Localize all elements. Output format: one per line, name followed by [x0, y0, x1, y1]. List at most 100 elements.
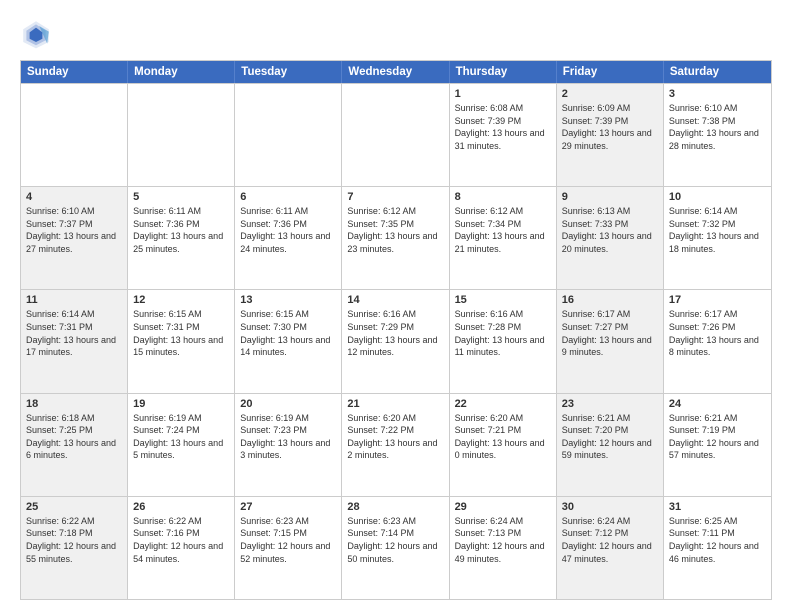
- day-number: 16: [562, 294, 658, 306]
- calendar-cell: 20 Sunrise: 6:19 AM Sunset: 7:23 PM Dayli…: [235, 394, 342, 496]
- logo-icon: [20, 18, 52, 50]
- calendar-row: 11Sunrise: 6:14 AM Sunset: 7:31 PM Dayli…: [21, 289, 771, 392]
- day-info: Sunrise: 6:22 AM Sunset: 7:18 PM Dayligh…: [26, 515, 122, 565]
- weekday-header: Saturday: [664, 61, 771, 83]
- weekday-header: Thursday: [450, 61, 557, 83]
- day-info: Sunrise: 6:13 AM Sunset: 7:33 PM Dayligh…: [562, 205, 658, 255]
- day-info: Sunrise: 6:17 AM Sunset: 7:27 PM Dayligh…: [562, 308, 658, 358]
- weekday-header: Monday: [128, 61, 235, 83]
- calendar-cell: 2 Sunrise: 6:09 AM Sunset: 7:39 PM Daylig…: [557, 84, 664, 186]
- calendar-cell: 29 Sunrise: 6:24 AM Sunset: 7:13 PM Dayli…: [450, 497, 557, 599]
- day-number: 4: [26, 191, 122, 203]
- calendar-cell: 22 Sunrise: 6:20 AM Sunset: 7:21 PM Dayli…: [450, 394, 557, 496]
- day-info: Sunrise: 6:15 AM Sunset: 7:30 PM Dayligh…: [240, 308, 336, 358]
- day-info: Sunrise: 6:20 AM Sunset: 7:22 PM Dayligh…: [347, 412, 443, 462]
- day-number: 15: [455, 294, 551, 306]
- day-number: 20: [240, 398, 336, 410]
- day-info: Sunrise: 6:09 AM Sunset: 7:39 PM Dayligh…: [562, 102, 658, 152]
- header: [20, 18, 772, 50]
- calendar-cell: 26Sunrise: 6:22 AM Sunset: 7:16 PM Dayli…: [128, 497, 235, 599]
- calendar-cell: 30Sunrise: 6:24 AM Sunset: 7:12 PM Dayli…: [557, 497, 664, 599]
- weekday-header: Tuesday: [235, 61, 342, 83]
- day-number: 26: [133, 501, 229, 513]
- day-info: Sunrise: 6:12 AM Sunset: 7:35 PM Dayligh…: [347, 205, 443, 255]
- calendar-row: 25 Sunrise: 6:22 AM Sunset: 7:18 PM Dayli…: [21, 496, 771, 599]
- day-number: 1: [455, 88, 551, 100]
- calendar-cell: 9 Sunrise: 6:13 AM Sunset: 7:33 PM Daylig…: [557, 187, 664, 289]
- calendar-cell: 31 Sunrise: 6:25 AM Sunset: 7:11 PM Dayli…: [664, 497, 771, 599]
- day-number: 7: [347, 191, 443, 203]
- day-number: 3: [669, 88, 766, 100]
- day-number: 6: [240, 191, 336, 203]
- day-info: Sunrise: 6:10 AM Sunset: 7:37 PM Dayligh…: [26, 205, 122, 255]
- calendar-cell: 11Sunrise: 6:14 AM Sunset: 7:31 PM Dayli…: [21, 290, 128, 392]
- calendar-cell: 16 Sunrise: 6:17 AM Sunset: 7:27 PM Dayli…: [557, 290, 664, 392]
- weekday-header: Wednesday: [342, 61, 449, 83]
- day-number: 28: [347, 501, 443, 513]
- day-info: Sunrise: 6:23 AM Sunset: 7:15 PM Dayligh…: [240, 515, 336, 565]
- day-number: 14: [347, 294, 443, 306]
- logo: [20, 18, 56, 50]
- calendar-cell: 1Sunrise: 6:08 AM Sunset: 7:39 PM Daylig…: [450, 84, 557, 186]
- calendar-cell: 18Sunrise: 6:18 AM Sunset: 7:25 PM Dayli…: [21, 394, 128, 496]
- day-number: 27: [240, 501, 336, 513]
- day-number: 13: [240, 294, 336, 306]
- day-number: 2: [562, 88, 658, 100]
- calendar-cell: 19 Sunrise: 6:19 AM Sunset: 7:24 PM Dayli…: [128, 394, 235, 496]
- day-number: 10: [669, 191, 766, 203]
- calendar-cell: 6 Sunrise: 6:11 AM Sunset: 7:36 PM Daylig…: [235, 187, 342, 289]
- day-info: Sunrise: 6:19 AM Sunset: 7:23 PM Dayligh…: [240, 412, 336, 462]
- calendar-cell: [21, 84, 128, 186]
- day-info: Sunrise: 6:11 AM Sunset: 7:36 PM Dayligh…: [240, 205, 336, 255]
- calendar-row: 4 Sunrise: 6:10 AM Sunset: 7:37 PM Daylig…: [21, 186, 771, 289]
- day-info: Sunrise: 6:16 AM Sunset: 7:29 PM Dayligh…: [347, 308, 443, 358]
- calendar-cell: 8 Sunrise: 6:12 AM Sunset: 7:34 PM Daylig…: [450, 187, 557, 289]
- calendar: SundayMondayTuesdayWednesdayThursdayFrid…: [20, 60, 772, 600]
- day-info: Sunrise: 6:19 AM Sunset: 7:24 PM Dayligh…: [133, 412, 229, 462]
- calendar-cell: 27 Sunrise: 6:23 AM Sunset: 7:15 PM Dayli…: [235, 497, 342, 599]
- day-number: 22: [455, 398, 551, 410]
- calendar-cell: [342, 84, 449, 186]
- day-number: 30: [562, 501, 658, 513]
- day-number: 9: [562, 191, 658, 203]
- calendar-cell: 17 Sunrise: 6:17 AM Sunset: 7:26 PM Dayli…: [664, 290, 771, 392]
- calendar-row: 1Sunrise: 6:08 AM Sunset: 7:39 PM Daylig…: [21, 83, 771, 186]
- day-number: 11: [26, 294, 122, 306]
- calendar-cell: 14 Sunrise: 6:16 AM Sunset: 7:29 PM Dayli…: [342, 290, 449, 392]
- day-info: Sunrise: 6:12 AM Sunset: 7:34 PM Dayligh…: [455, 205, 551, 255]
- day-info: Sunrise: 6:23 AM Sunset: 7:14 PM Dayligh…: [347, 515, 443, 565]
- day-info: Sunrise: 6:15 AM Sunset: 7:31 PM Dayligh…: [133, 308, 229, 358]
- day-number: 29: [455, 501, 551, 513]
- calendar-cell: 15 Sunrise: 6:16 AM Sunset: 7:28 PM Dayli…: [450, 290, 557, 392]
- day-info: Sunrise: 6:14 AM Sunset: 7:32 PM Dayligh…: [669, 205, 766, 255]
- page: SundayMondayTuesdayWednesdayThursdayFrid…: [0, 0, 792, 612]
- day-info: Sunrise: 6:20 AM Sunset: 7:21 PM Dayligh…: [455, 412, 551, 462]
- day-number: 21: [347, 398, 443, 410]
- calendar-cell: 25 Sunrise: 6:22 AM Sunset: 7:18 PM Dayli…: [21, 497, 128, 599]
- day-info: Sunrise: 6:11 AM Sunset: 7:36 PM Dayligh…: [133, 205, 229, 255]
- weekday-header: Friday: [557, 61, 664, 83]
- day-info: Sunrise: 6:21 AM Sunset: 7:20 PM Dayligh…: [562, 412, 658, 462]
- calendar-cell: [128, 84, 235, 186]
- day-number: 17: [669, 294, 766, 306]
- day-info: Sunrise: 6:21 AM Sunset: 7:19 PM Dayligh…: [669, 412, 766, 462]
- day-info: Sunrise: 6:16 AM Sunset: 7:28 PM Dayligh…: [455, 308, 551, 358]
- day-number: 12: [133, 294, 229, 306]
- day-info: Sunrise: 6:18 AM Sunset: 7:25 PM Dayligh…: [26, 412, 122, 462]
- calendar-body: 1Sunrise: 6:08 AM Sunset: 7:39 PM Daylig…: [21, 83, 771, 599]
- day-info: Sunrise: 6:24 AM Sunset: 7:13 PM Dayligh…: [455, 515, 551, 565]
- calendar-cell: 13 Sunrise: 6:15 AM Sunset: 7:30 PM Dayli…: [235, 290, 342, 392]
- day-number: 23: [562, 398, 658, 410]
- day-number: 8: [455, 191, 551, 203]
- calendar-cell: 4 Sunrise: 6:10 AM Sunset: 7:37 PM Daylig…: [21, 187, 128, 289]
- day-info: Sunrise: 6:25 AM Sunset: 7:11 PM Dayligh…: [669, 515, 766, 565]
- day-number: 31: [669, 501, 766, 513]
- day-number: 19: [133, 398, 229, 410]
- calendar-cell: [235, 84, 342, 186]
- calendar-cell: 28 Sunrise: 6:23 AM Sunset: 7:14 PM Dayli…: [342, 497, 449, 599]
- day-number: 25: [26, 501, 122, 513]
- calendar-cell: 5Sunrise: 6:11 AM Sunset: 7:36 PM Daylig…: [128, 187, 235, 289]
- calendar-cell: 24Sunrise: 6:21 AM Sunset: 7:19 PM Dayli…: [664, 394, 771, 496]
- day-info: Sunrise: 6:17 AM Sunset: 7:26 PM Dayligh…: [669, 308, 766, 358]
- calendar-cell: 3Sunrise: 6:10 AM Sunset: 7:38 PM Daylig…: [664, 84, 771, 186]
